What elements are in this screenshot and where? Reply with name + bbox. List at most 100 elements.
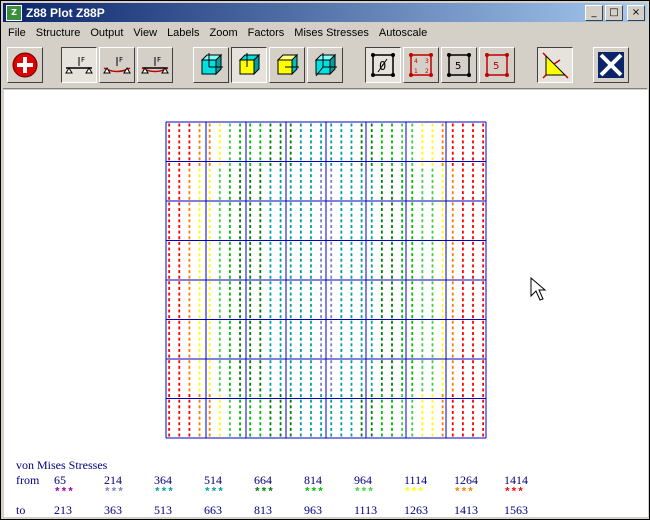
label-nodes-button[interactable]: 4 3 1 2 [403,47,439,83]
stress-dot [340,422,343,426]
stress-dot [340,303,343,307]
stress-dot [411,253,414,257]
stress-dot [330,258,333,262]
stress-dot [391,174,393,178]
label-all-button[interactable]: 5 [479,47,515,83]
stress-dot [350,371,353,375]
view-cube-cyan-icon [200,53,223,76]
stress-dot [340,332,343,336]
stress-dot [178,258,181,262]
stress-dot [188,208,191,212]
stress-dot [320,360,322,364]
view-cube-3-button[interactable] [269,47,305,83]
close-button[interactable]: × [627,5,645,21]
stress-dot [411,140,414,144]
stress-dot [421,433,424,437]
stress-dot [441,208,444,212]
stress-dot [380,371,383,375]
stress-dot [299,405,302,409]
stress-dot [482,151,485,155]
structure-both-button[interactable]: F [137,47,173,83]
stress-dot [330,140,333,144]
stress-dot [370,168,373,172]
stress-dot [320,157,322,161]
stress-dot [269,292,272,296]
menu-view[interactable]: View [128,27,162,39]
legend-title: von Mises Stresses [16,458,108,472]
exit-button[interactable] [593,47,629,83]
stress-dot [178,140,181,144]
menu-factors[interactable]: Factors [243,27,290,39]
stress-dot [259,394,262,398]
mises-stress-button[interactable] [537,47,573,83]
stress-dot [299,365,302,369]
stress-dot [229,157,231,161]
stress-dot [289,360,292,364]
stress-dot [391,298,393,302]
stress-dot [340,191,343,195]
stress-dot [259,162,262,166]
stress-dot [421,298,424,302]
stress-dot [401,298,404,302]
stress-dot [461,129,464,133]
stress-dot [340,174,343,178]
stress-dot [472,394,474,398]
menu-structure[interactable]: Structure [31,27,86,39]
stress-dot [310,343,312,347]
stress-dot [279,303,282,307]
menu-labels[interactable]: Labels [162,27,204,39]
stress-dot [482,354,485,358]
svg-text:F: F [157,56,161,64]
stress-dot [401,179,404,183]
stress-dot [218,377,221,381]
stress-dot [249,146,252,150]
stress-dot [421,236,424,240]
legend-from-value: 514 [204,473,222,487]
stress-dot [360,179,363,183]
stress-dot [289,427,292,431]
stress-dot [289,140,292,144]
stress-dot [441,303,444,307]
stress-dot [330,405,333,409]
stress-dot [391,286,393,290]
stress-dot [218,140,221,144]
stress-dot [380,179,383,183]
stress-dot [472,179,474,183]
stress-dot [380,382,383,386]
stress-dot [380,157,383,161]
view-cube-2-button[interactable] [231,47,267,83]
label-none-button[interactable]: 0 [365,47,401,83]
stress-dot [279,405,282,409]
view-cube-1-button[interactable] [193,47,229,83]
structure-undeformed-button[interactable]: F [61,47,97,83]
stress-dot [299,146,302,150]
stress-dot [289,241,292,245]
stress-dot [239,343,241,347]
stress-dot [391,343,393,347]
menu-output[interactable]: Output [85,27,128,39]
stress-dot [178,399,181,403]
menu-autoscale[interactable]: Autoscale [374,27,432,39]
stress-dot [289,332,292,336]
stress-dot [229,281,231,285]
minimize-button[interactable]: _ [585,5,603,21]
stress-dot [451,224,454,228]
stress-dot [401,185,404,189]
plot-canvas[interactable]: von Mises Stresses from to 65 *** 213 214 **… [4,90,648,517]
label-elements-button[interactable]: 5 [441,47,477,83]
menu-zoom[interactable]: Zoom [204,27,242,39]
menu-mises-stresses[interactable]: Mises Stresses [289,27,374,39]
menu-file[interactable]: File [3,27,31,39]
legend-to-value: 1563 [504,503,528,517]
stress-dot [421,270,424,274]
title-bar[interactable]: Z Z88 Plot Z88P _ □ × [3,3,647,22]
stress-dot [370,343,373,347]
maximize-button[interactable]: □ [605,5,623,21]
structure-deformed-button[interactable]: F [99,47,135,83]
stress-dot [370,264,373,268]
stress-dot [461,360,464,364]
stress-dot [461,230,464,234]
add-button[interactable] [7,47,43,83]
view-cube-4-button[interactable] [307,47,343,83]
stress-dot [229,315,231,319]
